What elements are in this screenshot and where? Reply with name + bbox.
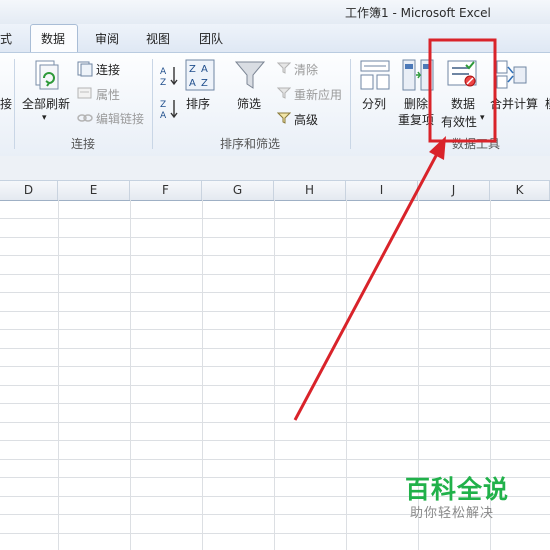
watermark-subtitle: 助你轻松解决 [410,506,495,521]
watermark-title: 百科全说 [405,475,510,504]
annotation-overlay [293,38,497,421]
highlight-box [428,38,497,143]
arrow-line [293,151,440,421]
